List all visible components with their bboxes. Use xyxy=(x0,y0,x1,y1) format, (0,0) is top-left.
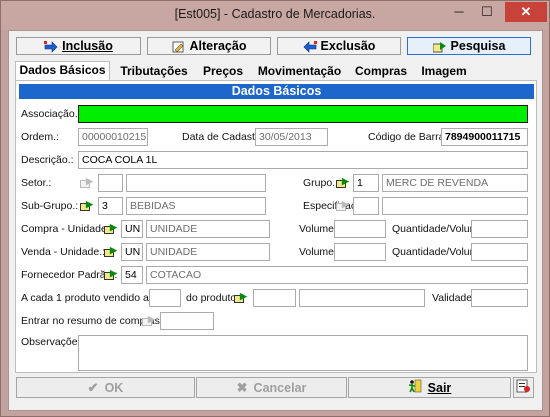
ordem-field[interactable]: 00000010215 xyxy=(78,128,148,146)
ok-button[interactable]: ✔ OK xyxy=(16,377,195,398)
tab-precos[interactable]: Preços xyxy=(198,62,248,81)
ok-label: OK xyxy=(104,380,124,395)
report-icon xyxy=(516,379,531,396)
resumo-compras-field[interactable] xyxy=(160,312,214,330)
fornecedor-label: Fornecedor Padrão.: xyxy=(21,269,118,281)
tab-imagem[interactable]: Imagem xyxy=(415,62,473,81)
venda-unidade-name-field[interactable]: UNIDADE xyxy=(146,243,270,261)
form-client-area: Inclusão Alteração Exclusão Pesquisa Dad… xyxy=(8,30,543,411)
cancel-label: Cancelar xyxy=(253,380,307,395)
grupo-name-field[interactable]: MERC DE REVENDA xyxy=(382,174,528,192)
tab-movimentacao[interactable]: Movimentação xyxy=(252,62,347,81)
fornecedor-name-field[interactable]: COTACAO xyxy=(146,266,528,284)
especificacao-code-field[interactable] xyxy=(353,197,379,215)
compra-qtd-volume-field[interactable] xyxy=(471,220,528,238)
especificacao-lookup-icon[interactable]: ▶ xyxy=(336,200,350,213)
cancel-icon: ✖ xyxy=(236,379,248,395)
venda-qtd-volume-field[interactable] xyxy=(471,243,528,261)
pesquisa-label: Pesquisa xyxy=(450,39,506,53)
do-produto-lookup-icon[interactable]: ▶ xyxy=(234,292,248,305)
subgrupo-name-field[interactable]: BEBIDAS xyxy=(126,197,266,215)
grupo-label: Grupo.: xyxy=(303,177,339,189)
search-record-icon xyxy=(432,41,446,52)
venda-unidade-label: Venda - Unidade.: xyxy=(21,246,106,258)
ordem-label: Ordem.: xyxy=(21,131,59,143)
abater-qty-field[interactable] xyxy=(149,289,181,307)
subgrupo-lookup-icon[interactable]: ▶ xyxy=(80,200,94,213)
tab-tributacoes[interactable]: Tributações xyxy=(114,62,194,81)
subgrupo-code-field[interactable]: 3 xyxy=(98,197,123,215)
codigo-barras-field[interactable]: 7894900011715 xyxy=(441,128,528,146)
cancel-button[interactable]: ✖ Cancelar xyxy=(196,377,347,398)
do-produto-label: do produto xyxy=(186,292,237,304)
tab-dados-basicos[interactable]: Dados Básicos xyxy=(15,61,110,82)
observacoes-field[interactable] xyxy=(78,335,528,371)
subgrupo-label: Sub-Grupo.: xyxy=(21,200,79,212)
fornecedor-code-field[interactable]: 54 xyxy=(121,266,143,284)
setor-lookup-icon[interactable]: ▶ xyxy=(80,177,94,190)
title-bar[interactable]: [Est005] - Cadastro de Mercadorias. ─ ☐ … xyxy=(1,1,549,30)
venda-unidade-lookup-icon[interactable]: ▶ xyxy=(104,246,118,259)
report-button[interactable] xyxy=(513,377,534,398)
do-produto-code-field[interactable] xyxy=(253,289,296,307)
venda-volume-field[interactable] xyxy=(334,243,386,261)
compra-volume-field[interactable] xyxy=(334,220,386,238)
exit-door-icon xyxy=(408,379,422,396)
exclusao-button[interactable]: Exclusão xyxy=(277,37,401,55)
sair-button[interactable]: Sair xyxy=(348,377,511,398)
tab-compras[interactable]: Compras xyxy=(351,62,411,81)
compra-unidade-lookup-icon[interactable]: ▶ xyxy=(104,223,118,236)
setor-label: Setor.: xyxy=(21,177,52,189)
resumo-compras-lookup-icon[interactable]: ▶ xyxy=(142,315,156,328)
pesquisa-button[interactable]: Pesquisa xyxy=(407,37,531,55)
minimize-button[interactable]: ─ xyxy=(445,2,473,22)
grupo-lookup-icon[interactable]: ▶ xyxy=(336,177,350,190)
sair-label: Sair xyxy=(427,380,452,395)
inclusao-button[interactable]: Inclusão xyxy=(16,37,141,55)
descricao-field[interactable]: COCA COLA 1L xyxy=(78,151,528,169)
do-produto-name-field[interactable] xyxy=(299,289,425,307)
close-button[interactable]: ✕ xyxy=(505,2,547,22)
validade-field[interactable] xyxy=(471,289,528,307)
alteracao-label: Alteração xyxy=(189,39,247,53)
inclusao-label: Inclusão xyxy=(62,39,113,53)
app-window: [Est005] - Cadastro de Mercadorias. ─ ☐ … xyxy=(0,0,550,417)
descricao-label: Descrição.: xyxy=(21,154,74,166)
associacao-field[interactable] xyxy=(78,105,528,123)
section-header: Dados Básicos xyxy=(19,84,534,99)
exclusao-label: Exclusão xyxy=(320,39,376,53)
associacao-label: Associação.: xyxy=(21,108,81,120)
edit-record-icon xyxy=(172,41,185,52)
especificacao-name-field[interactable] xyxy=(382,197,528,215)
compra-unidade-code-field[interactable]: UN xyxy=(121,220,143,238)
data-cadastro-field[interactable]: 30/05/2013 xyxy=(255,128,328,146)
setor-name-field[interactable] xyxy=(126,174,266,192)
add-record-icon xyxy=(44,40,58,53)
maximize-button[interactable]: ☐ xyxy=(473,2,501,22)
fornecedor-lookup-icon[interactable]: ▶ xyxy=(104,269,118,282)
check-icon: ✔ xyxy=(87,379,99,395)
setor-code-field[interactable] xyxy=(98,174,123,192)
tab-panel-dados-basicos: Dados Básicos Associação.: Ordem.: 00000… xyxy=(15,80,537,373)
delete-record-icon xyxy=(303,40,317,53)
compra-unidade-name-field[interactable]: UNIDADE xyxy=(146,220,270,238)
alteracao-button[interactable]: Alteração xyxy=(147,37,271,55)
grupo-code-field[interactable]: 1 xyxy=(353,174,379,192)
venda-unidade-code-field[interactable]: UN xyxy=(121,243,143,261)
compra-unidade-label: Compra - Unidade.: xyxy=(21,223,113,235)
